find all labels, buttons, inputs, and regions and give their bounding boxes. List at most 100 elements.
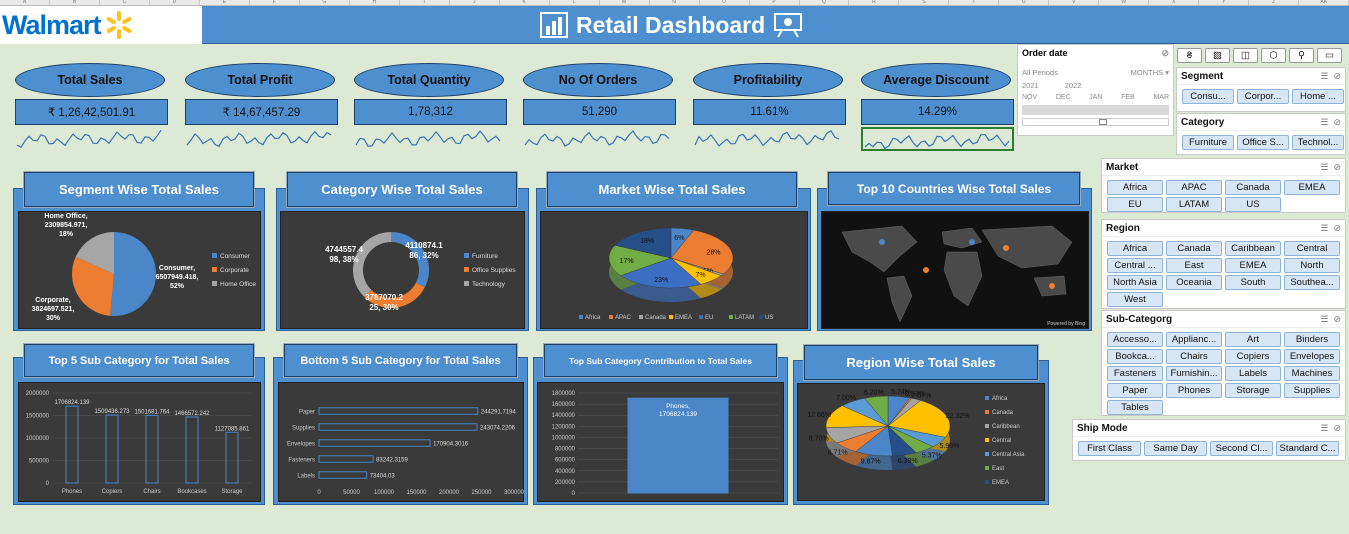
box-icon[interactable]: ⬡ bbox=[1261, 48, 1286, 63]
slicer-item[interactable]: EMEA bbox=[1225, 258, 1281, 273]
slicer-item[interactable]: Corpor... bbox=[1237, 89, 1289, 104]
slicer-item[interactable]: Applianc... bbox=[1166, 332, 1222, 347]
slicer-item[interactable]: Art bbox=[1225, 332, 1281, 347]
slicer-item[interactable]: Second Cl... bbox=[1210, 441, 1273, 456]
y-tick-label: 2000000 bbox=[26, 391, 50, 397]
slicer-item[interactable]: North Asia bbox=[1107, 275, 1163, 290]
slicer-item[interactable]: Accesso... bbox=[1107, 332, 1163, 347]
column-header: M bbox=[600, 0, 650, 5]
market-slicer[interactable]: Market ☰ ⊘ Africa APAC Canada EMEA EU LATAM US bbox=[1101, 158, 1346, 213]
slicer-header: Region ☰ ⊘ bbox=[1102, 220, 1345, 237]
slicer-item[interactable]: Central ... bbox=[1107, 258, 1163, 273]
y-tick-label: Envelopes bbox=[287, 441, 315, 447]
slicer-item[interactable]: North bbox=[1284, 258, 1340, 273]
order-date-timeline[interactable]: Order date ⊘ All Periods MONTHS ▾ 2021 2… bbox=[1017, 44, 1174, 136]
subcategory-slicer[interactable]: Sub-Categorg ☰ ⊘ Accesso... Applianc... Art B… bbox=[1101, 310, 1346, 416]
slicer-item[interactable]: Supplies bbox=[1284, 383, 1340, 398]
timeline-month[interactable]: DEC bbox=[1056, 94, 1071, 101]
legend-entry: Canada bbox=[645, 315, 667, 321]
line-chart-icon[interactable]: ◫ bbox=[1233, 48, 1258, 63]
slicer-item[interactable]: Machines bbox=[1284, 366, 1340, 381]
multiselect-clear-filter-icon[interactable]: ☰ ⊘ bbox=[1320, 223, 1341, 234]
data-label: 7% bbox=[695, 272, 705, 279]
slicer-item[interactable]: LATAM bbox=[1166, 197, 1222, 212]
slicer-item[interactable]: Copiers bbox=[1225, 349, 1281, 364]
legend-entry: Home Office bbox=[220, 281, 256, 288]
timeline-unit-select[interactable]: MONTHS ▾ bbox=[1131, 68, 1169, 77]
slicer-item[interactable]: Consu... bbox=[1182, 89, 1234, 104]
slicer-item[interactable]: Canada bbox=[1166, 241, 1222, 256]
legend-entry: East bbox=[992, 466, 1004, 472]
country-marker bbox=[969, 239, 975, 245]
data-label: 4110874.1 86, 32% bbox=[405, 241, 443, 260]
slicer-item[interactable]: Canada bbox=[1225, 180, 1281, 195]
multiselect-clear-filter-icon[interactable]: ☰ ⊘ bbox=[1320, 162, 1341, 173]
slicer-item[interactable]: Phones bbox=[1166, 383, 1222, 398]
bottom5-panel-title: Bottom 5 Sub Category for Total Sales bbox=[284, 344, 517, 377]
money-bag-icon[interactable]: ₴ bbox=[1177, 48, 1202, 63]
slicer-item[interactable]: West bbox=[1107, 292, 1163, 307]
bar bbox=[65, 405, 79, 484]
multiselect-clear-filter-icon[interactable]: ☰ ⊘ bbox=[1320, 71, 1341, 82]
slicer-item[interactable]: Central bbox=[1284, 241, 1340, 256]
countries-map-plot[interactable]: Powered by Bing bbox=[821, 211, 1089, 329]
slicer-item[interactable]: Paper bbox=[1107, 383, 1163, 398]
slicer-item[interactable]: Southea... bbox=[1284, 275, 1340, 290]
shipmode-slicer[interactable]: Ship Mode ☰ ⊘ First Class Same Day Second Cl… bbox=[1072, 419, 1346, 461]
legend-entry: EMEA bbox=[675, 315, 692, 321]
slicer-item[interactable]: Technol... bbox=[1292, 135, 1344, 150]
slicer-item[interactable]: Furniture bbox=[1182, 135, 1234, 150]
legend-swatch bbox=[212, 253, 217, 258]
slicer-item[interactable]: Binders bbox=[1284, 332, 1340, 347]
slicer-item[interactable]: Envelopes bbox=[1284, 349, 1340, 364]
slicer-item[interactable]: Standard C... bbox=[1276, 441, 1339, 456]
slicer-item[interactable]: APAC bbox=[1166, 180, 1222, 195]
search-icon[interactable]: ⚲ bbox=[1289, 48, 1314, 63]
slicer-item[interactable]: First Class bbox=[1078, 441, 1141, 456]
timeline-month[interactable]: MAR bbox=[1153, 94, 1169, 101]
slicer-item[interactable]: US bbox=[1225, 197, 1281, 212]
multiselect-clear-filter-icon[interactable]: ☰ ⊘ bbox=[1320, 314, 1341, 325]
category-slicer[interactable]: Category ☰ ⊘ Furniture Office S... Technol..… bbox=[1176, 113, 1346, 155]
slicer-header: Market ☰ ⊘ bbox=[1102, 159, 1345, 176]
slicer-item[interactable]: Chairs bbox=[1166, 349, 1222, 364]
scroll-thumb[interactable] bbox=[1099, 119, 1107, 125]
slicer-item[interactable]: Same Day bbox=[1144, 441, 1207, 456]
slicer-item[interactable]: South bbox=[1225, 275, 1281, 290]
slicer-item[interactable]: Fasteners bbox=[1107, 366, 1163, 381]
slicer-item[interactable]: EMEA bbox=[1284, 180, 1340, 195]
bar bbox=[105, 414, 119, 484]
timeline-month[interactable]: JAN bbox=[1089, 94, 1102, 101]
slicer-item[interactable]: Home ... bbox=[1292, 89, 1344, 104]
slicer-item[interactable]: Oceania bbox=[1166, 275, 1222, 290]
truck-icon[interactable]: ▭ bbox=[1317, 48, 1342, 63]
segment-slicer[interactable]: Segment ☰ ⊘ Consu... Corpor... Home ... bbox=[1176, 67, 1346, 112]
clear-filter-icon[interactable]: ⊘ bbox=[1161, 48, 1169, 59]
trend-chart-icon[interactable]: ▨ bbox=[1205, 48, 1230, 63]
slicer-item[interactable]: Caribbean bbox=[1225, 241, 1281, 256]
slicer-item[interactable]: Bookca... bbox=[1107, 349, 1163, 364]
slicer-item[interactable]: Office S... bbox=[1237, 135, 1289, 150]
timeline-month[interactable]: FEB bbox=[1121, 94, 1135, 101]
slicer-item[interactable]: Africa bbox=[1107, 180, 1163, 195]
slicer-item[interactable]: EU bbox=[1107, 197, 1163, 212]
column-header: Q bbox=[800, 0, 850, 5]
slicer-item[interactable]: Labels bbox=[1225, 366, 1281, 381]
page-title: Retail Dashboard bbox=[576, 11, 766, 38]
timeline-scrollbar[interactable] bbox=[1022, 118, 1169, 126]
legend-entry: Furniture bbox=[472, 253, 498, 260]
slicer-item[interactable]: Storage bbox=[1225, 383, 1281, 398]
timeline-month[interactable]: NOV bbox=[1022, 94, 1037, 101]
legend-entry: EMEA bbox=[992, 480, 1009, 486]
multiselect-clear-filter-icon[interactable]: ☰ ⊘ bbox=[1320, 423, 1341, 434]
slicer-item[interactable]: East bbox=[1166, 258, 1222, 273]
timeline-band[interactable] bbox=[1022, 105, 1169, 115]
region-slicer[interactable]: Region ☰ ⊘ Africa Canada Caribbean Central Cen… bbox=[1101, 219, 1346, 309]
slicer-item[interactable]: Africa bbox=[1107, 241, 1163, 256]
slicer-item[interactable]: Furnishin... bbox=[1166, 366, 1222, 381]
slicer-item[interactable]: Tables bbox=[1107, 400, 1163, 415]
column-header: H bbox=[350, 0, 400, 5]
data-label: 6.71% bbox=[828, 450, 848, 457]
data-label: 2.57% bbox=[912, 393, 932, 400]
multiselect-clear-filter-icon[interactable]: ☰ ⊘ bbox=[1320, 117, 1341, 128]
